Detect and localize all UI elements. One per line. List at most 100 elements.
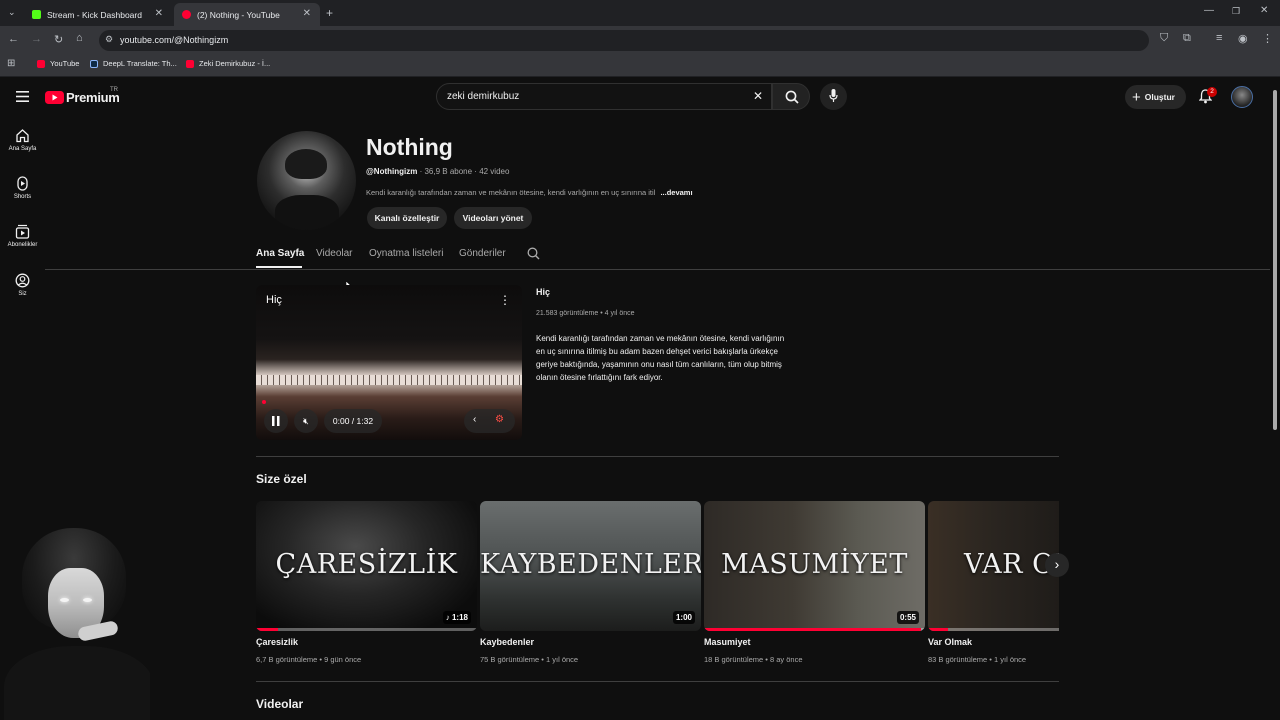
channel-description[interactable]: Kendi karanlığı tarafından zaman ve mekâ… [366,188,693,197]
muted-speaker-icon: 🔇︎ [303,416,309,426]
watch-progress [704,628,921,631]
video-thumbnail[interactable]: MASUMİYET 0:55 [704,501,925,631]
extensions-icon[interactable]: ⧉ [1183,32,1191,45]
thumbnail-text: MASUMİYET [721,549,908,580]
video-thumbnail[interactable]: ÇARESİZLİK ♪ 1:18 [256,501,477,631]
sidebar-label: Siz [18,291,27,297]
featured-video-player[interactable]: Hiç ⋮ 🔇︎ 0:00 / 1:32 ‹ ⚙ [256,285,522,440]
close-tab-icon[interactable]: ✕ [155,8,163,19]
section-divider [256,681,1059,682]
back-icon[interactable]: ← [8,33,19,45]
reload-icon[interactable]: ↻ [54,33,63,46]
channel-handle[interactable]: @Nothingizm [366,167,417,176]
progress-scrubber[interactable] [262,400,266,404]
minimize-icon[interactable]: — [1204,5,1214,16]
time-display: 0:00 / 1:32 [324,409,382,433]
maximize-icon[interactable]: ❐ [1232,6,1240,17]
featured-description[interactable]: Kendi karanlığı tarafından zaman ve mekâ… [536,332,786,384]
forward-icon[interactable]: → [31,33,42,45]
shield-extension-icon[interactable]: ⛉ [1160,32,1168,45]
channel-name: Nothing [366,134,453,160]
you-icon [15,273,30,288]
tab-home[interactable]: Ana Sayfa [256,248,304,259]
player-title[interactable]: Hiç [266,294,282,306]
tab-youtube[interactable]: (2) Nothing - YouTube ✕ [174,3,320,26]
site-info-icon[interactable]: ⚙ [105,34,113,45]
sidebar-item-home[interactable]: Ana Sayfa [0,128,45,152]
player-controls-right: ‹ ⚙ [464,409,515,433]
shorts-icon [17,176,28,191]
active-tab-indicator [256,266,302,268]
sidebar-item-subscriptions[interactable]: Abonelikler [0,224,45,248]
customize-channel-button[interactable]: Kanalı özelleştir [367,207,447,229]
account-avatar[interactable] [1231,86,1253,108]
featured-title[interactable]: Hiç [536,287,550,297]
page-scrollbar[interactable] [1272,80,1278,720]
bookmark-zeki[interactable]: Zeki Demirkubuz - İ... [186,59,270,68]
shelf-next-button[interactable]: › [1045,553,1069,577]
home-browser-icon[interactable]: ⌂ [76,32,83,44]
video-title[interactable]: Var Olmak [928,637,972,647]
video-title[interactable]: Çaresizlik [256,637,298,647]
search-button[interactable] [772,83,810,110]
tab-videos[interactable]: Videolar [316,248,353,259]
more-link[interactable]: ...devamı [660,188,692,197]
country-code: TR [110,87,118,93]
channel-avatar[interactable] [257,131,356,230]
search-input[interactable]: zeki demirkubuz ✕ [436,83,772,110]
pause-button[interactable] [264,409,288,433]
tab-search-icon[interactable]: ⌄ [8,7,16,18]
watch-progress-track [928,628,1059,631]
youtube-bookmark-icon [186,59,194,68]
kick-favicon-icon [32,10,41,19]
webcam-right-eye [83,598,92,602]
new-tab-icon[interactable]: + [326,6,333,20]
address-bar[interactable]: ⚙ youtube.com/@Nothingizm [99,30,1149,51]
search-icon [785,90,799,104]
chevron-left-icon[interactable]: ‹ [473,414,476,425]
youtube-masthead: Premium TR zeki demirkubuz ✕ + Oluştur 2 [0,78,1270,116]
clear-search-icon[interactable]: ✕ [753,89,763,103]
video-title[interactable]: Kaybedenler [480,637,534,647]
settings-gear-icon[interactable]: ⚙ [495,414,504,425]
tab-label: (2) Nothing - YouTube [197,9,280,20]
manage-videos-button[interactable]: Videoları yönet [454,207,532,229]
subscriptions-icon [15,224,30,239]
deepl-bookmark-icon [90,59,98,68]
create-button[interactable]: + Oluştur [1125,85,1186,109]
tab-posts[interactable]: Gönderiler [459,248,506,259]
featured-meta: 21.583 görüntüleme • 4 yıl önce [536,310,635,317]
watch-progress-track [256,628,477,631]
sidebar-item-shorts[interactable]: Shorts [0,176,45,200]
webcam-overlay [0,520,150,720]
bookmarks-bar: ⊞ YouTube DeepL Translate: Th... Zeki De… [0,54,1280,77]
video-title[interactable]: Masumiyet [704,637,751,647]
browser-tab-strip: ⌄ Stream - Kick Dashboard ✕ (2) Nothing … [0,0,1280,26]
video-thumbnail[interactable]: KAYBEDENLER 1:00 [480,501,701,631]
channel-meta: @Nothingizm · 36,9 B abone · 42 video [366,167,509,176]
video-meta: 83 B görüntüleme • 1 yıl önce [928,655,1027,664]
scrollbar-thumb[interactable] [1273,90,1277,430]
youtube-premium-logo[interactable]: Premium [45,90,120,105]
bookmark-youtube[interactable]: YouTube [37,59,79,68]
media-icon[interactable]: ≡ [1216,32,1222,44]
video-thumbnail[interactable]: VAR OL [928,501,1059,631]
player-more-icon[interactable]: ⋮ [499,293,511,307]
sidebar-item-you[interactable]: Siz [0,273,45,297]
voice-search-button[interactable] [820,83,847,110]
microphone-icon [829,89,838,102]
bookmark-label: DeepL Translate: Th... [103,59,177,68]
duration-text: 1:18 [451,613,468,622]
channel-search-icon[interactable] [527,247,540,260]
apps-icon[interactable]: ⊞ [7,58,15,69]
close-tab-icon[interactable]: ✕ [303,8,311,19]
hamburger-menu-icon[interactable] [16,91,29,102]
bookmark-deepl[interactable]: DeepL Translate: Th... [90,59,177,68]
tab-playlists[interactable]: Oynatma listeleri [369,248,443,259]
watch-progress [256,628,279,631]
tab-kick-dashboard[interactable]: Stream - Kick Dashboard ✕ [24,3,172,26]
close-window-icon[interactable]: ✕ [1260,5,1268,16]
profile-icon[interactable]: ◉ [1238,32,1248,45]
menu-icon[interactable]: ⋮ [1262,32,1273,45]
mute-button[interactable]: 🔇︎ [294,409,318,433]
